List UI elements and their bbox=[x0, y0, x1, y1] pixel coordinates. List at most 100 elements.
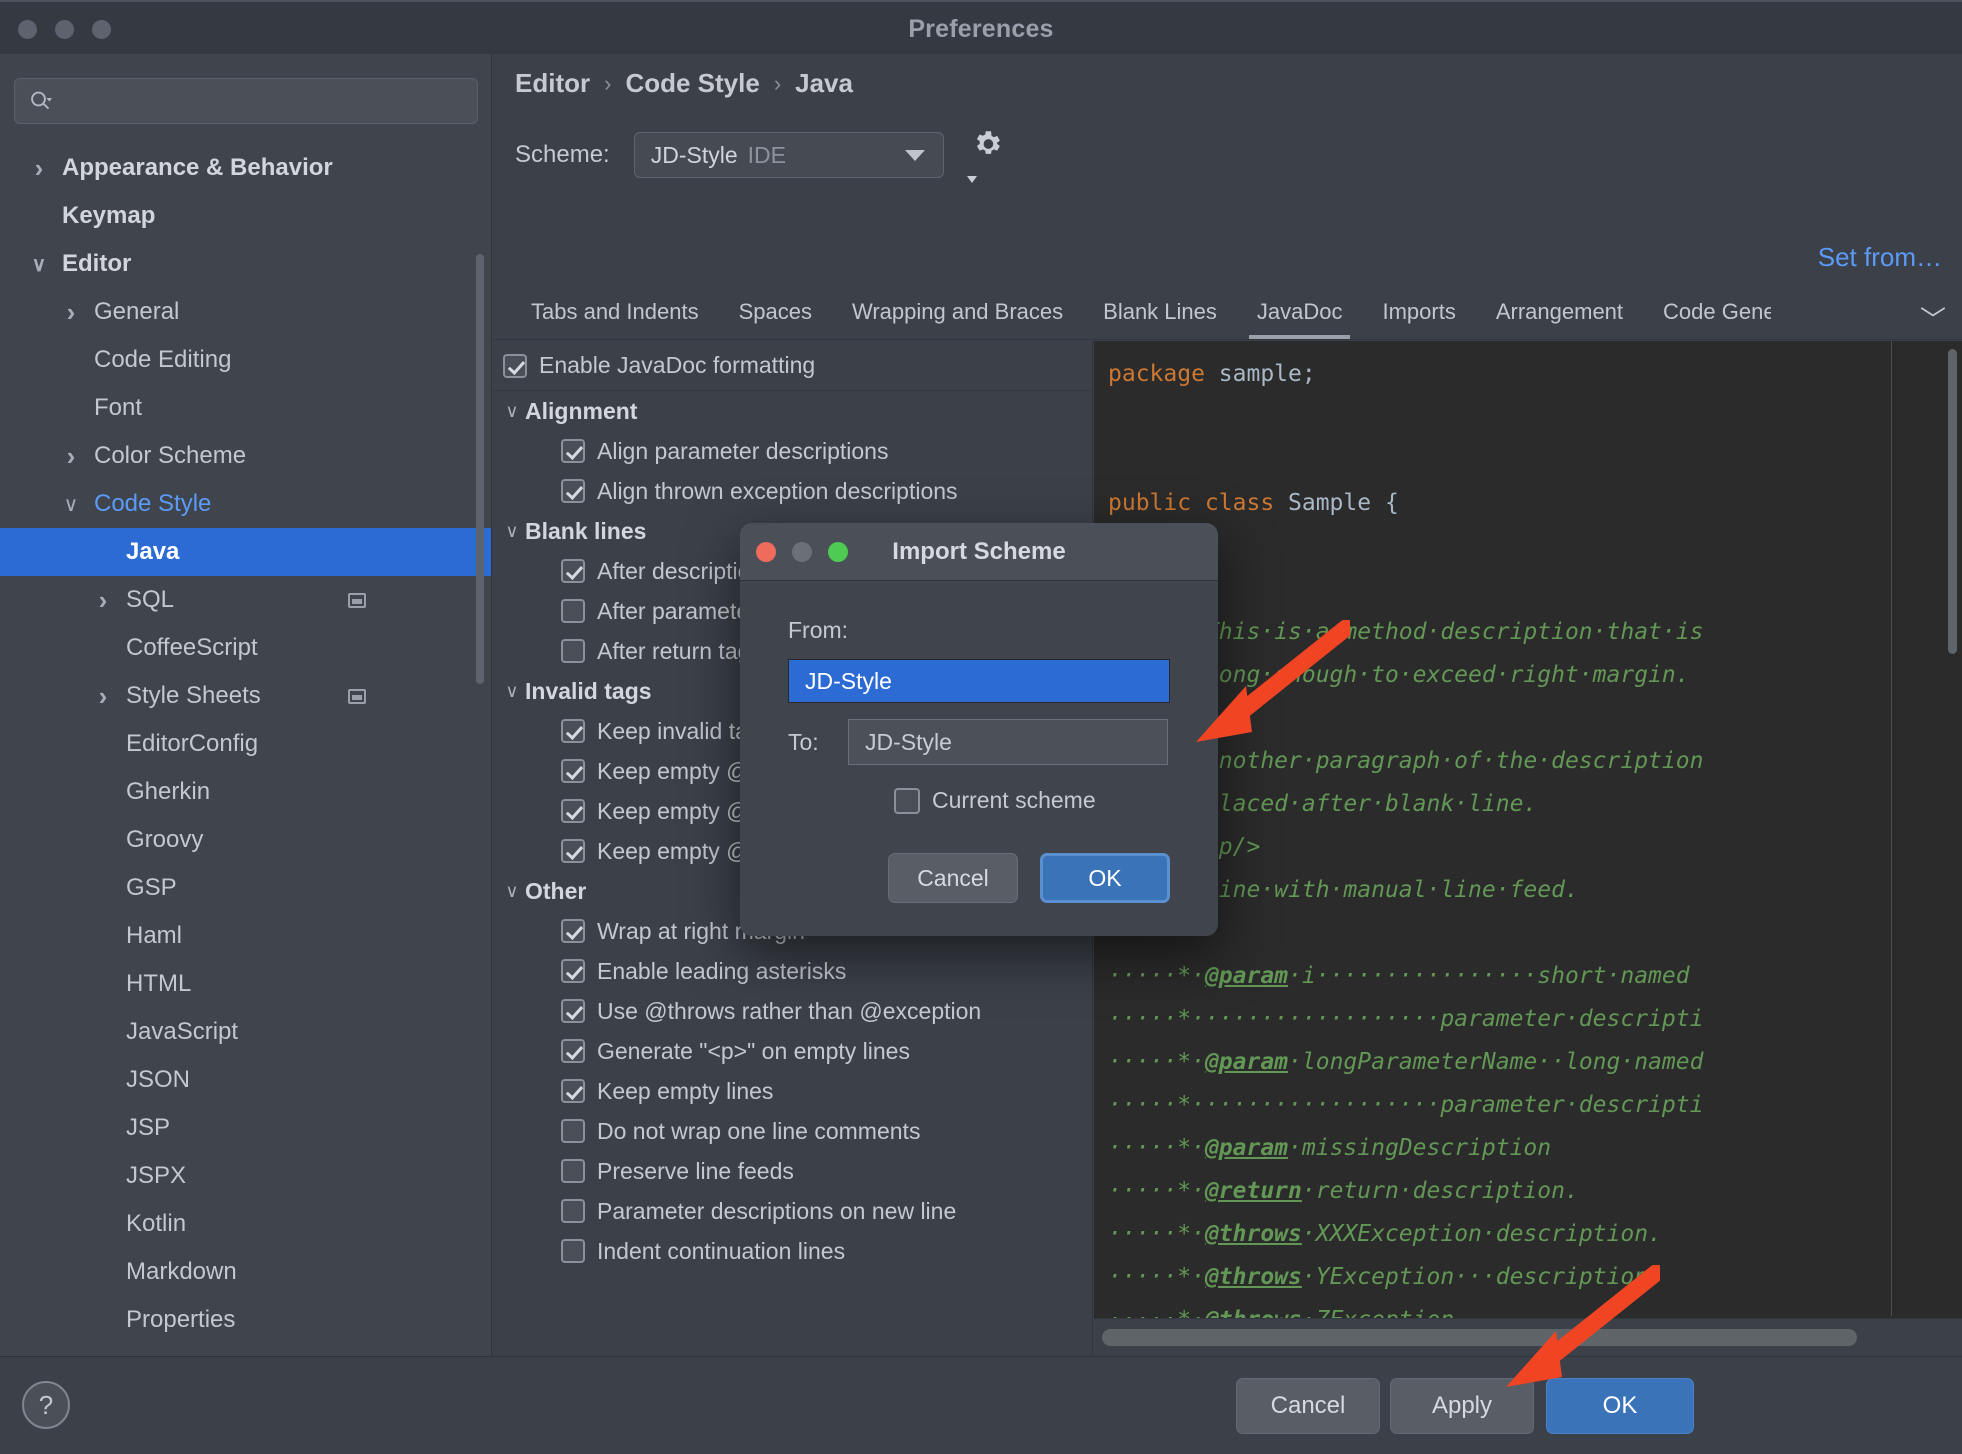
chevron-right-icon[interactable]: › bbox=[92, 585, 114, 615]
sidebar-scrollbar[interactable] bbox=[476, 254, 484, 684]
help-button[interactable]: ? bbox=[22, 1381, 70, 1429]
option-checkbox[interactable] bbox=[561, 719, 585, 743]
tab-imports[interactable]: Imports bbox=[1362, 285, 1475, 339]
tab-wrapping-and-braces[interactable]: Wrapping and Braces bbox=[832, 285, 1083, 339]
search-input[interactable] bbox=[61, 79, 469, 123]
sidebar-item-code-style[interactable]: ∨ Code Style bbox=[0, 480, 491, 528]
sidebar-item-font[interactable]: Font bbox=[0, 384, 491, 432]
chevron-right-icon[interactable]: › bbox=[28, 153, 50, 183]
tab-spaces[interactable]: Spaces bbox=[719, 285, 832, 339]
search-box[interactable] bbox=[14, 78, 478, 124]
option-row[interactable]: Keep empty lines bbox=[493, 1071, 1092, 1111]
option-row[interactable]: Use @throws rather than @exception bbox=[493, 991, 1092, 1031]
sidebar-item-coffeescript[interactable]: CoffeeScript bbox=[0, 624, 491, 672]
breadcrumb-item[interactable]: Editor bbox=[515, 68, 590, 99]
option-checkbox[interactable] bbox=[561, 919, 585, 943]
tab-blank-lines[interactable]: Blank Lines bbox=[1083, 285, 1237, 339]
chevron-down-icon[interactable]: ﹀ bbox=[1920, 300, 1946, 337]
enable-javadoc-formatting-checkbox[interactable] bbox=[503, 353, 527, 378]
sidebar-item-jspx[interactable]: JSPX bbox=[0, 1152, 491, 1200]
sidebar-item-kotlin[interactable]: Kotlin bbox=[0, 1200, 491, 1248]
option-checkbox[interactable] bbox=[561, 1159, 585, 1183]
sidebar-item-gherkin[interactable]: Gherkin bbox=[0, 768, 491, 816]
option-checkbox[interactable] bbox=[561, 479, 585, 503]
enable-javadoc-formatting-row[interactable]: Enable JavaDoc formatting bbox=[493, 341, 1092, 391]
sidebar-item-gsp[interactable]: GSP bbox=[0, 864, 491, 912]
sidebar-item-keymap[interactable]: Keymap bbox=[0, 192, 491, 240]
preview-vertical-scrollbar[interactable] bbox=[1948, 349, 1957, 654]
sidebar-item-json[interactable]: JSON bbox=[0, 1056, 491, 1104]
sidebar-item-sql[interactable]: › SQL bbox=[0, 576, 491, 624]
chevron-down-icon[interactable]: ∨ bbox=[499, 401, 525, 422]
option-checkbox[interactable] bbox=[561, 559, 585, 583]
option-checkbox[interactable] bbox=[561, 1119, 585, 1143]
option-checkbox[interactable] bbox=[561, 439, 585, 463]
sidebar-item-groovy[interactable]: Groovy bbox=[0, 816, 491, 864]
option-row[interactable]: Do not wrap one line comments bbox=[493, 1111, 1092, 1151]
ok-button[interactable]: OK bbox=[1546, 1378, 1694, 1434]
option-row[interactable]: Generate "<p>" on empty lines bbox=[493, 1031, 1092, 1071]
option-row[interactable]: Preserve line feeds bbox=[493, 1151, 1092, 1191]
chevron-down-icon[interactable]: ∨ bbox=[499, 881, 525, 902]
option-checkbox[interactable] bbox=[561, 839, 585, 863]
sidebar-item-jsp[interactable]: JSP bbox=[0, 1104, 491, 1152]
chevron-right-icon[interactable]: › bbox=[92, 681, 114, 711]
scheme-settings-button[interactable] bbox=[966, 130, 1008, 183]
sidebar-item-code-editing[interactable]: Code Editing bbox=[0, 336, 491, 384]
tab-code-gene[interactable]: Code Gene bbox=[1643, 285, 1771, 339]
sidebar-item-html[interactable]: HTML bbox=[0, 960, 491, 1008]
preview-horizontal-scrollbar[interactable] bbox=[1102, 1329, 1857, 1346]
breadcrumb-item[interactable]: Code Style bbox=[625, 68, 759, 99]
sidebar-item-haml[interactable]: Haml bbox=[0, 912, 491, 960]
option-checkbox[interactable] bbox=[561, 1199, 585, 1223]
dialog-cancel-button[interactable]: Cancel bbox=[888, 853, 1018, 903]
tab-tabs-and-indents[interactable]: Tabs and Indents bbox=[511, 285, 719, 339]
sidebar-item-protocol-buffer[interactable]: Protocol Buffer bbox=[0, 1344, 491, 1356]
tab-javadoc[interactable]: JavaDoc bbox=[1237, 285, 1363, 339]
option-group-alignment[interactable]: ∨ Alignment bbox=[493, 391, 1092, 431]
chevron-right-icon[interactable]: › bbox=[60, 297, 82, 327]
sidebar-item-java[interactable]: Java bbox=[0, 528, 491, 576]
to-scheme-input[interactable]: JD-Style bbox=[848, 719, 1168, 765]
option-checkbox[interactable] bbox=[561, 759, 585, 783]
option-checkbox[interactable] bbox=[561, 639, 585, 663]
chevron-down-icon[interactable]: ∨ bbox=[60, 493, 82, 516]
current-scheme-row[interactable]: Current scheme bbox=[894, 787, 1096, 814]
option-checkbox[interactable] bbox=[561, 999, 585, 1023]
option-row[interactable]: Indent continuation lines bbox=[493, 1231, 1092, 1271]
sidebar-item-appearance-behavior[interactable]: › Appearance & Behavior bbox=[0, 144, 491, 192]
option-checkbox[interactable] bbox=[561, 799, 585, 823]
set-from-link[interactable]: Set from… bbox=[1818, 242, 1942, 273]
option-row[interactable]: Enable leading asterisks bbox=[493, 951, 1092, 991]
tab-arrangement[interactable]: Arrangement bbox=[1476, 285, 1643, 339]
sidebar-item-javascript[interactable]: JavaScript bbox=[0, 1008, 491, 1056]
option-checkbox[interactable] bbox=[561, 1039, 585, 1063]
option-row[interactable]: Parameter descriptions on new line bbox=[493, 1191, 1092, 1231]
dialog-ok-button[interactable]: OK bbox=[1040, 853, 1170, 903]
sidebar-item-style-sheets[interactable]: › Style Sheets bbox=[0, 672, 491, 720]
cancel-button[interactable]: Cancel bbox=[1236, 1378, 1380, 1434]
scheme-dropdown[interactable]: JD-Style IDE bbox=[633, 132, 944, 178]
sidebar-item-markdown[interactable]: Markdown bbox=[0, 1248, 491, 1296]
sidebar-item-editor[interactable]: ∨ Editor bbox=[0, 240, 491, 288]
option-checkbox[interactable] bbox=[561, 599, 585, 623]
sidebar-item-color-scheme[interactable]: › Color Scheme bbox=[0, 432, 491, 480]
option-row[interactable]: Align parameter descriptions bbox=[493, 431, 1092, 471]
chevron-down-icon[interactable]: ∨ bbox=[499, 521, 525, 542]
option-checkbox[interactable] bbox=[561, 1239, 585, 1263]
option-checkbox[interactable] bbox=[561, 959, 585, 983]
from-scheme-list-item[interactable]: JD-Style bbox=[788, 659, 1170, 703]
chevron-right-icon[interactable]: › bbox=[60, 441, 82, 471]
sidebar-item-general[interactable]: › General bbox=[0, 288, 491, 336]
chevron-down-icon[interactable]: ∨ bbox=[28, 253, 50, 276]
code-line: ·····*·@param·missingDescription bbox=[1108, 1127, 1703, 1170]
current-scheme-checkbox[interactable] bbox=[894, 787, 920, 814]
sidebar-item-editorconfig[interactable]: EditorConfig bbox=[0, 720, 491, 768]
breadcrumb-item[interactable]: Java bbox=[795, 68, 853, 99]
sidebar-item-properties[interactable]: Properties bbox=[0, 1296, 491, 1344]
apply-button[interactable]: Apply bbox=[1390, 1378, 1534, 1434]
chevron-down-icon[interactable]: ∨ bbox=[499, 681, 525, 702]
sidebar-item-label: SQL bbox=[126, 586, 175, 613]
option-row[interactable]: Align thrown exception descriptions bbox=[493, 471, 1092, 511]
option-checkbox[interactable] bbox=[561, 1079, 585, 1103]
